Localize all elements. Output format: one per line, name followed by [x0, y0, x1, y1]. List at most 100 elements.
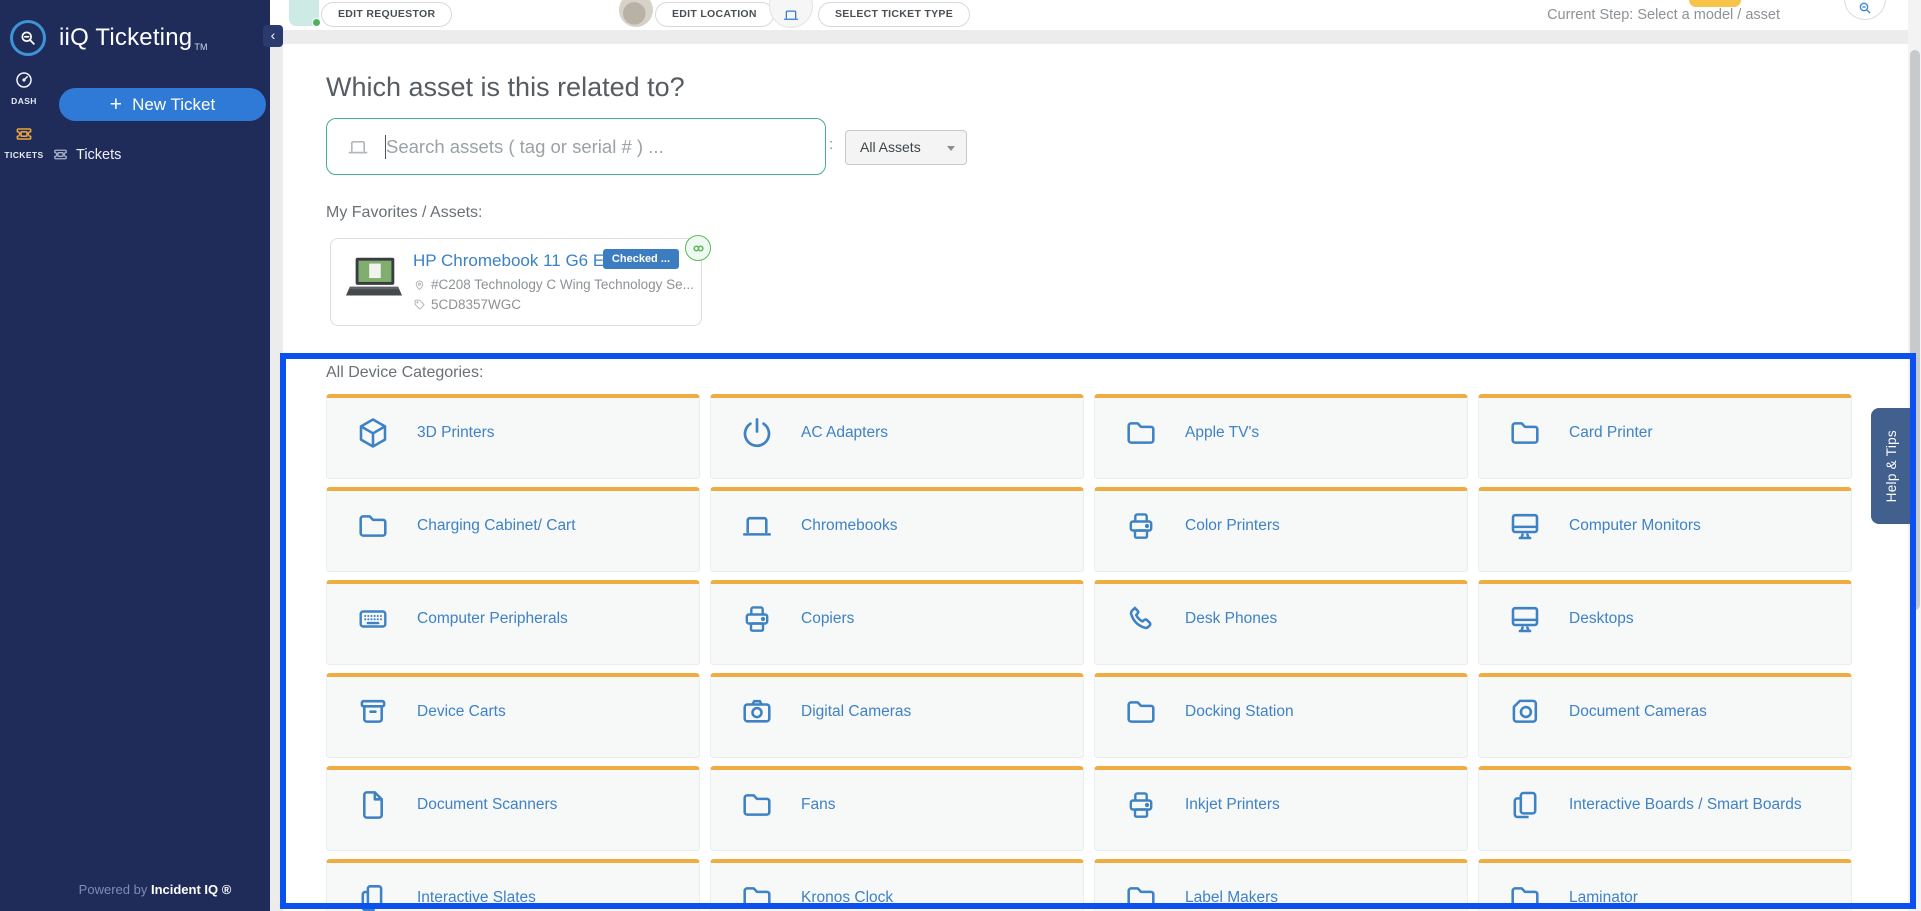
folder-icon [1507, 415, 1543, 451]
power-icon [739, 415, 775, 451]
category-tile[interactable]: Apple TV's [1094, 394, 1468, 479]
category-tile[interactable]: Desk Phones [1094, 580, 1468, 665]
trademark-suffix: TM [194, 42, 207, 52]
category-tile[interactable]: Digital Cameras [710, 673, 1084, 758]
main-area: EDIT REQUESTOR EDIT LOCATION SELECT TICK… [270, 0, 1908, 911]
printer-icon [1123, 508, 1159, 544]
category-tile[interactable]: Docking Station [1094, 673, 1468, 758]
category-label: 3D Printers [417, 415, 495, 451]
sidebar: iiQ TicketingTM DASH TICKETS + New Ticke… [0, 0, 270, 911]
category-tile[interactable]: Card Printer [1478, 394, 1852, 479]
asset-serial: 5CD8357WGC [413, 297, 521, 312]
keyboard-icon [355, 601, 391, 637]
status-dot [312, 18, 321, 27]
sidebar-collapse-button[interactable]: ‹ [263, 25, 283, 47]
laptop-icon [739, 508, 775, 544]
category-tile[interactable]: Copiers [710, 580, 1084, 665]
ticket-icon [14, 124, 34, 144]
search-icon [1857, 0, 1873, 16]
category-tile[interactable]: Fans [710, 766, 1084, 851]
status-badge: Checked ... [603, 249, 679, 269]
category-tile[interactable]: Interactive Boards / Smart Boards [1478, 766, 1852, 851]
category-label: Document Cameras [1569, 694, 1707, 730]
separator-colon: : [829, 136, 833, 153]
category-tile[interactable]: Charging Cabinet/ Cart [326, 487, 700, 572]
category-tile[interactable]: Computer Monitors [1478, 487, 1852, 572]
asset-filter-value: All Assets [860, 139, 921, 155]
category-tile[interactable]: Desktops [1478, 580, 1852, 665]
category-tile[interactable]: Document Scanners [326, 766, 700, 851]
rail-tickets-label: TICKETS [0, 150, 48, 160]
plus-icon: + [110, 93, 122, 117]
favorite-asset-card[interactable]: HP Chromebook 11 G6 EE #C208 Technology … [330, 238, 702, 326]
app-logo[interactable]: iiQ TicketingTM [10, 20, 208, 56]
category-tile[interactable]: Interactive Slates [326, 859, 700, 911]
chevron-down-icon [947, 146, 955, 151]
iiq-logo-icon [10, 20, 46, 56]
category-label: Digital Cameras [801, 694, 911, 730]
category-label: Docking Station [1185, 694, 1294, 730]
category-label: Laminator [1569, 880, 1638, 911]
asset-filter-dropdown[interactable]: All Assets [845, 130, 967, 165]
monitor-icon [1507, 508, 1543, 544]
tag-icon [413, 298, 426, 311]
new-ticket-button[interactable]: + New Ticket [59, 88, 266, 121]
edit-location-button[interactable]: EDIT LOCATION [655, 2, 774, 27]
linked-asset-button[interactable] [685, 235, 711, 261]
scrollbar-thumb[interactable] [1910, 50, 1920, 610]
cube-icon [355, 415, 391, 451]
asset-search-input[interactable] [386, 119, 825, 174]
category-label: Inkjet Printers [1185, 787, 1280, 823]
powered-by: Powered by Incident IQ ® [0, 882, 270, 897]
sidebar-item-tickets[interactable]: Tickets [52, 146, 121, 163]
asset-step-panel: Which asset is this related to? : All As… [283, 44, 1908, 911]
printer-icon [1123, 787, 1159, 823]
requestor-avatar [289, 0, 319, 26]
category-label: Desktops [1569, 601, 1634, 637]
brand-name: Incident IQ ® [151, 882, 231, 897]
ticket-icon [52, 146, 69, 163]
category-tile[interactable]: Laminator [1478, 859, 1852, 911]
category-label: Interactive Slates [417, 880, 536, 911]
category-label: Interactive Boards / Smart Boards [1569, 787, 1802, 823]
sidebar-item-label: Tickets [76, 147, 121, 163]
categories-heading: All Device Categories: [326, 364, 483, 382]
sidebar-rail-tickets[interactable]: TICKETS [0, 124, 48, 160]
asset-title-link[interactable]: HP Chromebook 11 G6 EE [413, 251, 616, 271]
category-tile[interactable]: Color Printers [1094, 487, 1468, 572]
sidebar-rail-dash[interactable]: DASH [0, 70, 48, 106]
folder-icon [355, 508, 391, 544]
select-ticket-type-button[interactable]: SELECT TICKET TYPE [818, 2, 970, 27]
search-button[interactable] [1844, 0, 1886, 20]
category-tile[interactable]: 3D Printers [326, 394, 700, 479]
location-pin-icon [413, 278, 426, 291]
location-avatar [619, 0, 653, 27]
category-tile[interactable]: Inkjet Printers [1094, 766, 1468, 851]
folder-icon [739, 880, 775, 911]
category-label: Desk Phones [1185, 601, 1277, 637]
category-label: Fans [801, 787, 835, 823]
category-tile[interactable]: Device Carts [326, 673, 700, 758]
category-tile[interactable]: Chromebooks [710, 487, 1084, 572]
category-label: Kronos Clock [801, 880, 893, 911]
category-label: Computer Monitors [1569, 508, 1701, 544]
ticket-type-icon [769, 0, 813, 28]
category-label: Document Scanners [417, 787, 557, 823]
asset-search-box [326, 118, 826, 175]
category-label: AC Adapters [801, 415, 888, 451]
category-tile[interactable]: Label Makers [1094, 859, 1468, 911]
favorites-heading: My Favorites / Assets: [326, 204, 482, 222]
category-tile[interactable]: AC Adapters [710, 394, 1084, 479]
asset-photo [345, 255, 403, 305]
printer-icon [739, 601, 775, 637]
folder-icon [1507, 880, 1543, 911]
rail-dash-label: DASH [0, 96, 48, 106]
category-tile[interactable]: Document Cameras [1478, 673, 1852, 758]
edit-requestor-button[interactable]: EDIT REQUESTOR [321, 2, 452, 27]
help-tips-tab[interactable]: Help & Tips [1871, 408, 1911, 524]
category-tile[interactable]: Computer Peripherals [326, 580, 700, 665]
category-tile[interactable]: Kronos Clock [710, 859, 1084, 911]
cabinet-icon [355, 694, 391, 730]
app-title: iiQ TicketingTM [59, 24, 208, 53]
folder-icon [1123, 694, 1159, 730]
